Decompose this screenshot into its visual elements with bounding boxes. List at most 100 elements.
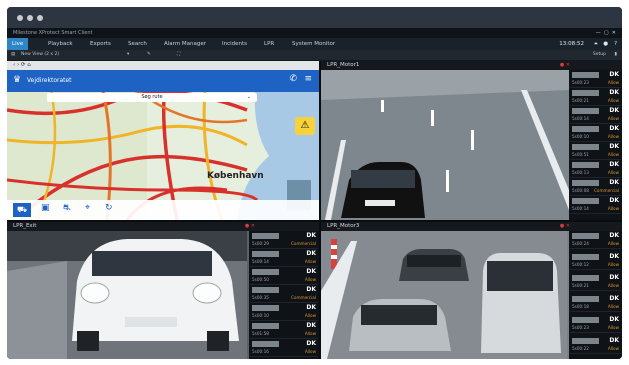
view-dropdown-chevron-icon[interactable]: ▾ — [127, 50, 129, 60]
plate-text: DK — [306, 286, 316, 293]
plate-text: DK — [609, 295, 619, 302]
plate-thumbnail — [252, 233, 279, 239]
plate-time: 5s00:23 — [572, 325, 589, 330]
plate-text: DK — [609, 107, 619, 114]
menu-icon[interactable]: ≡ — [304, 74, 312, 84]
list-item[interactable]: DK 5s00:18 Allow — [570, 294, 621, 312]
motor1-scene — [321, 70, 569, 220]
plate-status: Commercial — [290, 241, 316, 246]
list-item[interactable]: DK 5s00:22 Allow — [570, 336, 621, 354]
browser-nav-icons[interactable]: ‹ › ⟳ ⌂ — [13, 62, 31, 68]
help-icon[interactable]: ? — [614, 38, 617, 50]
route-search-input[interactable]: Søg rute ⌄ — [47, 93, 257, 102]
list-item[interactable]: DK 5s00:14 Allow — [570, 196, 621, 214]
plate-status: Allow — [607, 262, 619, 267]
settings-icon[interactable]: ▮ — [615, 50, 617, 60]
browser-bar: ‹ › ⟳ ⌂ — [7, 61, 319, 70]
tab-live[interactable]: Live — [7, 38, 29, 50]
list-item[interactable]: DK 5s00:21 Allow — [570, 88, 621, 106]
list-item[interactable]: DK 5s00:10 Allow — [570, 124, 621, 142]
city-label: København — [207, 171, 264, 181]
camera-close-icon[interactable]: ● ✕ — [560, 61, 570, 70]
view-selector[interactable]: New View (2 x 2) — [21, 50, 59, 60]
vejdirektoratet-logo-icon: ♛ — [13, 75, 22, 85]
plate-status: Commercial — [290, 295, 316, 300]
list-item[interactable]: DK 5s00:35 Commercial — [250, 285, 318, 303]
plate-status: Allow — [304, 277, 316, 282]
window-controls[interactable]: — ▢ ✕ — [596, 28, 616, 38]
list-item[interactable]: DK 5s00:08 Commercial — [570, 178, 621, 196]
plate-thumbnail — [252, 341, 279, 347]
list-item[interactable]: DK 5s00:23 Allow — [570, 315, 621, 333]
fullscreen-icon[interactable]: ⛶ — [177, 50, 180, 60]
plate-time: 5s00:22 — [572, 346, 589, 351]
camera-lpr-motor3[interactable]: LPR_Motor3 ● ✕ DK 5s00:24 Allow DK 5s00:… — [321, 222, 622, 359]
plate-text: DK — [609, 179, 619, 186]
camera-close-icon[interactable]: ● ✕ — [245, 222, 255, 231]
list-item[interactable]: DK 5s00:10 Allow — [250, 303, 318, 321]
car-icon[interactable]: ⛟ — [13, 203, 31, 217]
plate-status: Allow — [607, 283, 619, 288]
main-tabs: Live Playback Exports Search Alarm Manag… — [7, 38, 622, 50]
plate-time: 5s00:21 — [572, 98, 589, 103]
pin-icon[interactable]: ✎ — [147, 50, 151, 60]
phone-icon[interactable]: ✆ — [289, 74, 297, 84]
locate-icon[interactable]: ⌖ — [85, 203, 90, 213]
plate-thumbnail — [252, 323, 279, 329]
camera-layer-icon[interactable]: ▣ — [41, 203, 50, 213]
plate-time: 5s00:16 — [252, 349, 269, 354]
plate-time: 5s00:23 — [572, 80, 589, 85]
app-title-bar: Milestone XProtect Smart Client — ▢ ✕ — [7, 28, 622, 38]
refresh-icon[interactable]: ↻ — [105, 203, 113, 213]
list-item[interactable]: DK 5s00:12 Allow — [570, 252, 621, 270]
setup-button[interactable]: Setup — [593, 50, 606, 60]
list-item[interactable]: DK 5s00:21 Allow — [570, 273, 621, 291]
user-icon[interactable]: ● — [603, 38, 608, 50]
plate-status: Allow — [607, 116, 619, 121]
close-window-dot[interactable] — [17, 15, 23, 21]
plate-text: DK — [306, 340, 316, 347]
map-web-view: ‹ › ⟳ ⌂ ♛ Vejdirektoratet ✆ ≡ Søg rute ⌄… — [7, 61, 319, 220]
traffic-layer-icon[interactable]: ⛐ — [63, 203, 71, 214]
tab-alarm-manager[interactable]: Alarm Manager — [159, 38, 211, 50]
plate-thumbnail — [572, 180, 599, 186]
tab-exports[interactable]: Exports — [85, 38, 116, 50]
plate-status: Allow — [607, 241, 619, 246]
plate-time: 5s00:21 — [572, 283, 589, 288]
tab-system-monitor[interactable]: System Monitor — [287, 38, 340, 50]
tab-lpr[interactable]: LPR — [259, 38, 279, 50]
camera-close-icon[interactable]: ● ✕ — [560, 222, 570, 231]
plate-text: DK — [306, 322, 316, 329]
plate-thumbnail — [252, 251, 279, 257]
plate-thumbnail — [572, 275, 599, 281]
route-dropdown-chevron-icon[interactable]: ⌄ — [247, 93, 251, 102]
minimize-window-dot[interactable] — [27, 15, 33, 21]
list-item[interactable]: DK 5s00:13 Allow — [570, 160, 621, 178]
plate-thumbnail — [572, 254, 599, 260]
tab-playback[interactable]: Playback — [43, 38, 78, 50]
list-item[interactable]: DK 5s00:16 Allow — [250, 339, 318, 357]
plate-text: DK — [306, 232, 316, 239]
tab-search[interactable]: Search — [123, 38, 152, 50]
plate-thumbnail — [572, 108, 599, 114]
map-bottom-toolbar: ⛟ ▣ ⛐ ⌖ ↻ — [7, 200, 319, 220]
tab-incidents[interactable]: Incidents — [217, 38, 252, 50]
plate-thumbnail — [572, 296, 599, 302]
camera-lpr-exit[interactable]: LPR_Exit ● ✕ DK 5s00:29 Commercial DK 5s… — [7, 222, 319, 359]
list-item[interactable]: DK 5s00:14 Allow — [250, 249, 318, 267]
list-item[interactable]: DK 5s00:23 Allow — [570, 70, 621, 88]
camera-lpr-motor1[interactable]: LPR_Motor1 ● ✕ DK 5s00:23 Allow DK 5s00:… — [321, 61, 622, 220]
list-item[interactable]: DK 5s00:24 Allow — [570, 231, 621, 249]
list-item[interactable]: DK 5s00:51 Allow — [570, 142, 621, 160]
maximize-window-dot[interactable] — [37, 15, 43, 21]
list-item[interactable]: DK 5s00:50 Allow — [250, 267, 318, 285]
list-item[interactable]: DK 5s00:14 Allow — [570, 106, 621, 124]
views-icon[interactable]: ▤ — [11, 50, 15, 60]
plate-status: Allow — [304, 331, 316, 336]
plate-time: 5s00:14 — [572, 206, 589, 211]
list-item[interactable]: DK 5s00:29 Commercial — [250, 231, 318, 249]
plate-text: DK — [609, 253, 619, 260]
camera-feed-motor1 — [321, 70, 569, 220]
list-item[interactable]: DK 5s01:58 Allow — [250, 321, 318, 339]
warning-icon[interactable]: ⚠ — [295, 117, 315, 135]
